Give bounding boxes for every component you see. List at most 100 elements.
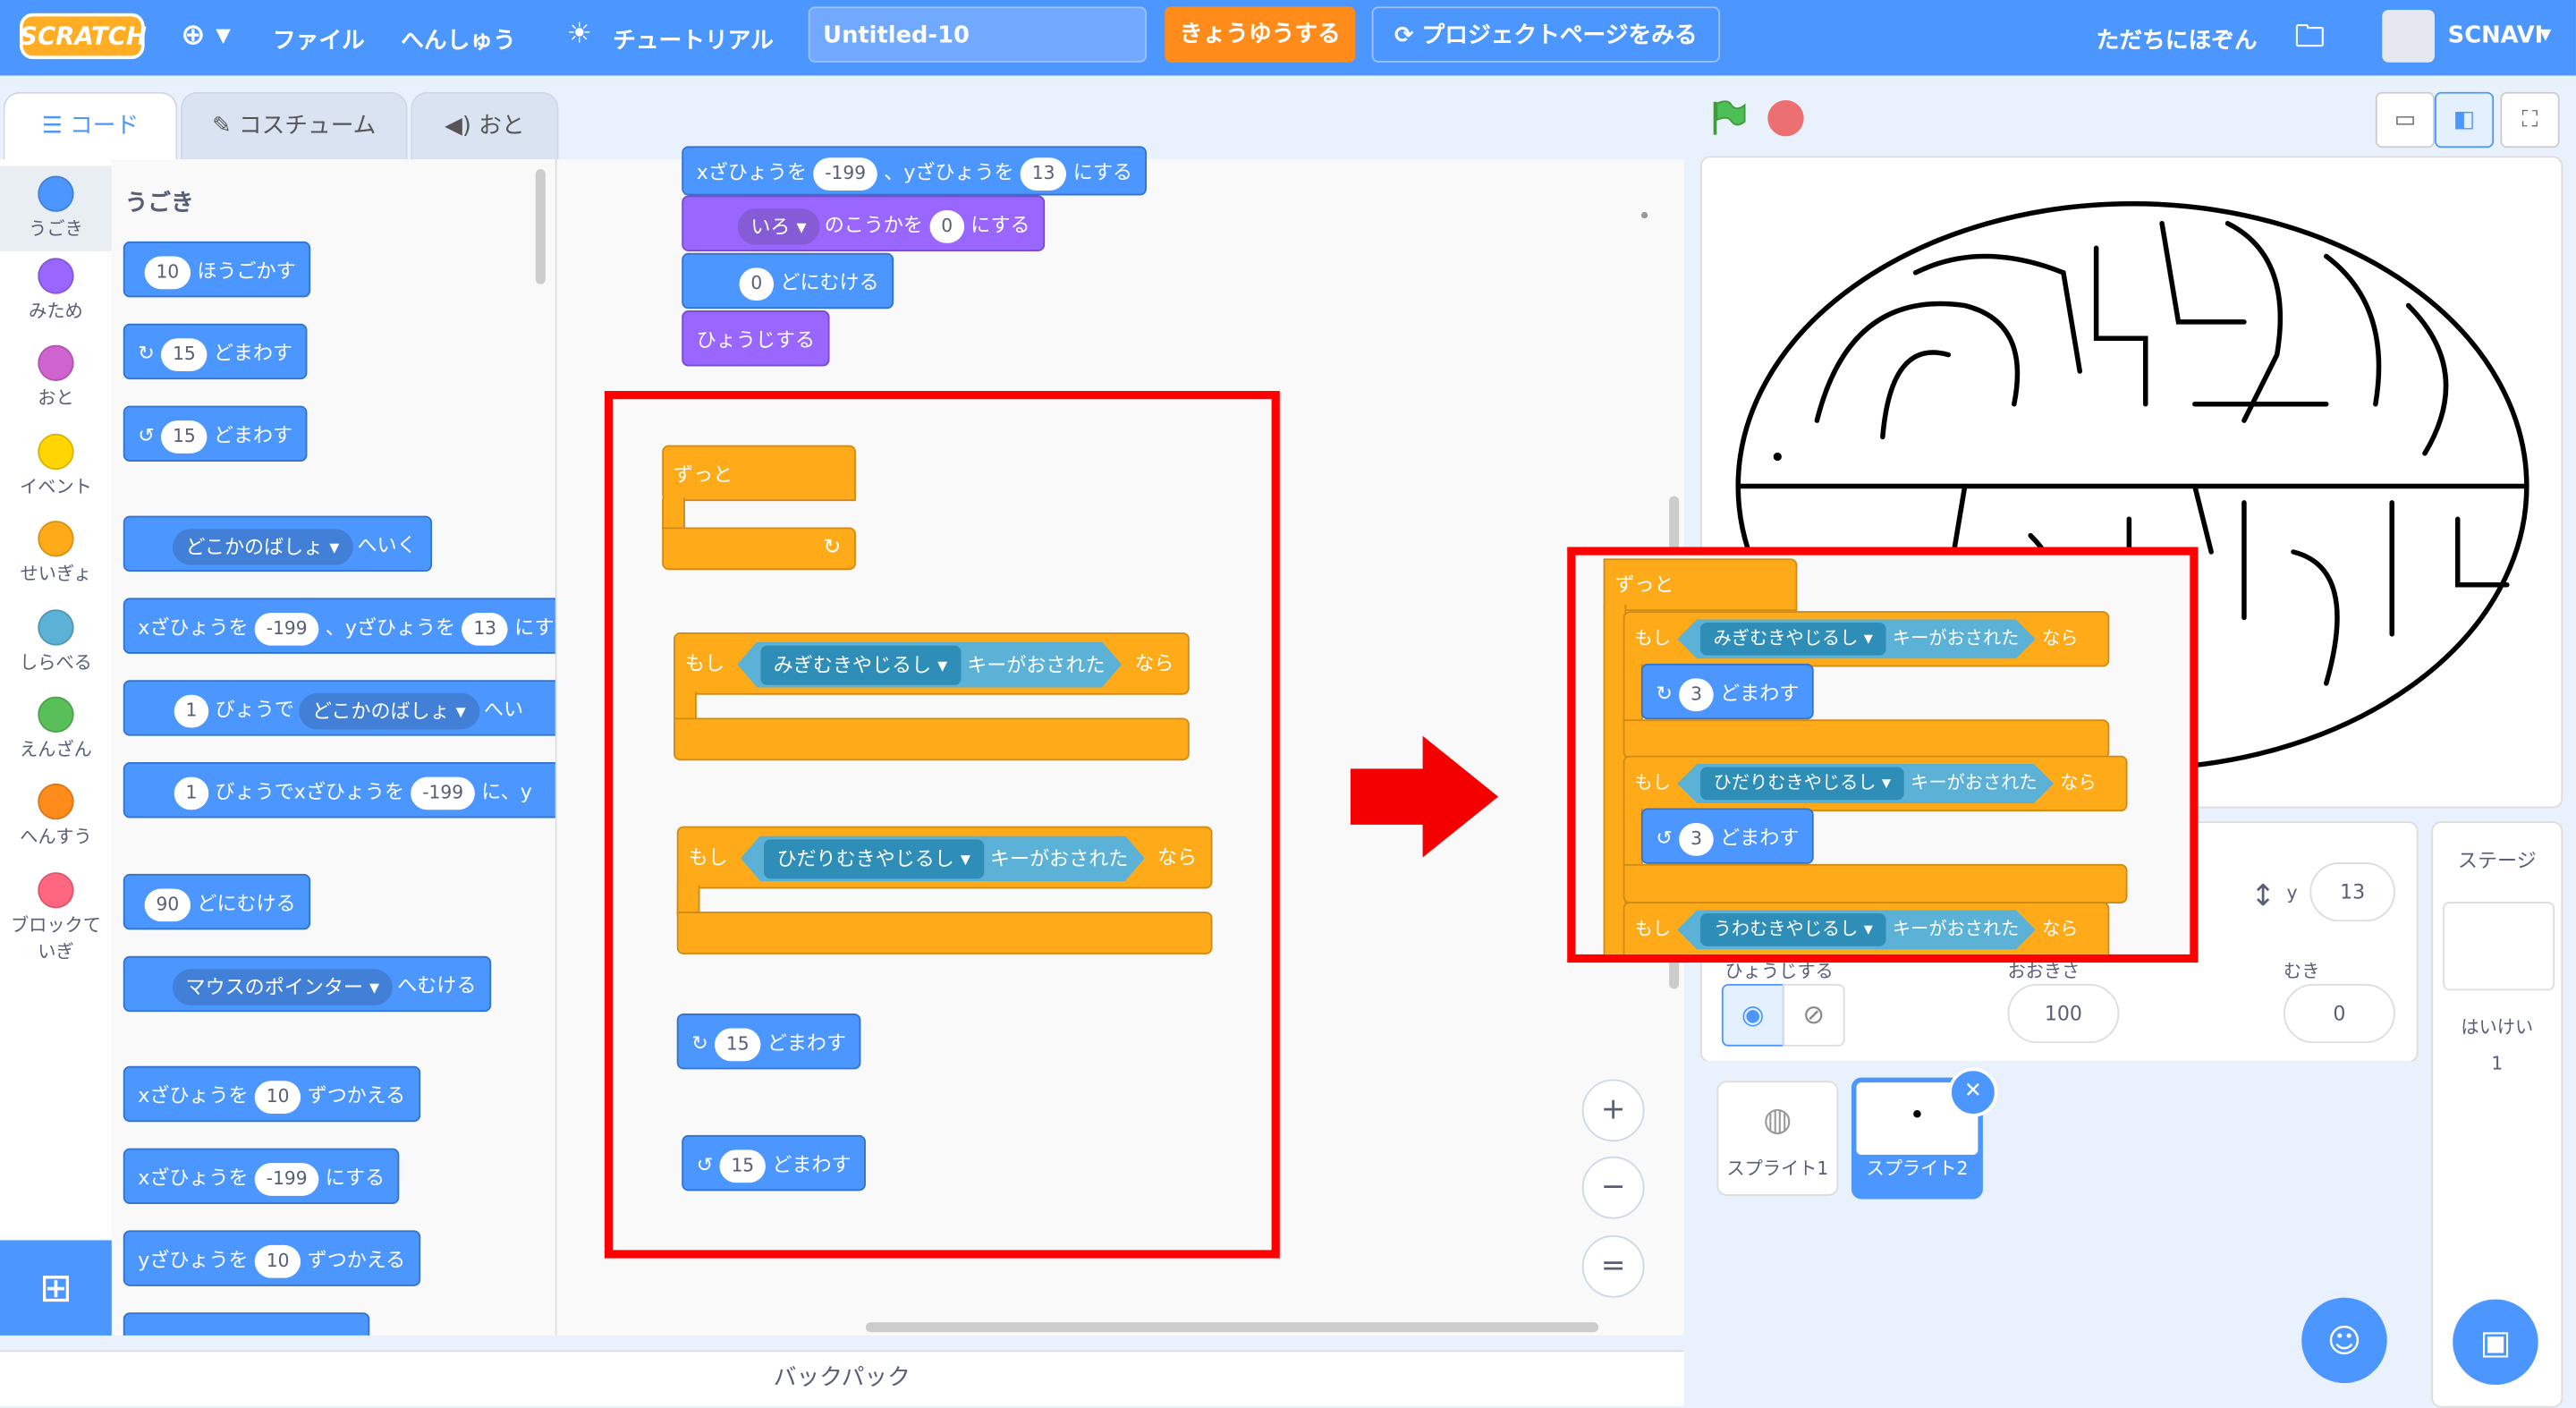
dy-input[interactable]: 10 bbox=[254, 1243, 301, 1277]
change-x-block[interactable]: xざひょうを 10 ずつかえる bbox=[123, 1065, 420, 1123]
degrees-input[interactable]: 15 bbox=[161, 337, 208, 371]
steps-input[interactable]: 10 bbox=[144, 255, 191, 289]
key-dropdown[interactable]: ひだりむきやじるし ▾ bbox=[1700, 768, 1904, 801]
choose-backdrop-button[interactable]: ▣ bbox=[2453, 1299, 2538, 1386]
see-project-page-button[interactable]: ⟳ プロジェクトページをみる bbox=[1371, 6, 1721, 63]
move-steps-block[interactable]: 10 ほうごかす bbox=[123, 241, 311, 298]
folder-icon[interactable]: 🗀 bbox=[2295, 16, 2325, 65]
turn-left-script-block[interactable]: ↺ 15 どまわす bbox=[682, 1134, 867, 1192]
forever-block-result[interactable]: ずっと bbox=[1603, 558, 1798, 612]
gotoxy-script-block[interactable]: xざひょうを -199 、yざひょうを 13 にする bbox=[682, 146, 1148, 196]
x-input[interactable]: -199 bbox=[411, 776, 475, 810]
sprite-thumb-1[interactable]: ◍ スプライト1 bbox=[1716, 1081, 1839, 1196]
delete-sprite-icon[interactable]: ✕ bbox=[1948, 1067, 1998, 1117]
show-sprite-eye-icon[interactable]: ◉ bbox=[1721, 983, 1784, 1047]
effect-value-input[interactable]: 0 bbox=[929, 209, 964, 242]
glide-dropdown[interactable]: どこかのばしょ ▾ bbox=[299, 692, 479, 729]
degrees-input[interactable]: 15 bbox=[719, 1149, 767, 1183]
category-control[interactable]: せいぎょ bbox=[0, 521, 112, 586]
block-palette[interactable]: うごき 10 ほうごかす ↻ 15 どまわす ↺ 15 どまわす どこかのばしょ ▾ へいく… bbox=[111, 159, 557, 1336]
turn-left-block[interactable]: ↺ 15 どまわす bbox=[123, 405, 308, 462]
category-operators[interactable]: えんざん bbox=[0, 696, 112, 762]
point-direction-script-block[interactable]: 0 どにむける bbox=[682, 252, 894, 310]
stop-icon[interactable] bbox=[1767, 100, 1804, 137]
stage-thumbnail[interactable] bbox=[2443, 902, 2555, 991]
if-left-result[interactable]: もし ひだりむきやじるし ▾ キーがおされた なら bbox=[1623, 755, 2128, 812]
if-up-result[interactable]: もし うわむきやじるし ▾ キーがおされた なら bbox=[1623, 902, 2110, 954]
if-block-right[interactable]: もし みぎむきやじるし ▾ キーがおされた なら bbox=[674, 632, 1190, 695]
point-direction-block[interactable]: 90 どにむける bbox=[123, 873, 311, 930]
turn-right-script-block[interactable]: ↻ 15 どまわす bbox=[676, 1013, 861, 1070]
if-right-result[interactable]: もし みぎむきやじるし ▾ キーがおされた なら bbox=[1623, 611, 2110, 667]
glidexy-block[interactable]: 1 びょうでxざひょうを -199 に、y bbox=[123, 762, 555, 819]
username[interactable]: SCNAVI bbox=[2448, 23, 2544, 49]
gotoxy-block[interactable]: xざひょうを -199 、yざひょうを 13 にす bbox=[123, 598, 555, 654]
degrees-input[interactable]: 15 bbox=[161, 420, 208, 453]
tab-costume[interactable]: ✎ コスチューム bbox=[181, 91, 408, 161]
goto-dropdown[interactable]: どこかのばしょ ▾ bbox=[172, 528, 352, 564]
category-variables[interactable]: へんすう bbox=[0, 783, 112, 849]
fullscreen-icon[interactable]: ⛶ bbox=[2500, 91, 2560, 148]
direction-input[interactable]: 0 bbox=[2284, 983, 2395, 1044]
turn-right-block[interactable]: ↻ 15 どまわす bbox=[123, 323, 308, 380]
file-menu[interactable]: ファイル bbox=[273, 23, 365, 56]
y-input[interactable]: 13 bbox=[462, 612, 508, 645]
normal-stage-icon[interactable]: ◧ bbox=[2434, 91, 2495, 148]
set-effect-block[interactable]: いろ ▾ のこうかを 0 にする bbox=[682, 195, 1046, 251]
globe-icon[interactable]: ⊕ ▾ bbox=[181, 18, 231, 53]
direction-input[interactable]: 90 bbox=[144, 887, 191, 921]
x-input[interactable]: -199 bbox=[813, 157, 877, 191]
category-events[interactable]: イベント bbox=[0, 433, 112, 499]
next-block-partial[interactable] bbox=[123, 1312, 370, 1336]
category-motion[interactable]: うごき bbox=[0, 165, 112, 251]
green-flag-icon[interactable] bbox=[1708, 98, 1748, 138]
dx-input[interactable]: 10 bbox=[254, 1080, 301, 1114]
if-block-left[interactable]: もし ひだりむきやじるし ▾ キーがおされた なら bbox=[676, 826, 1213, 889]
tab-sound[interactable]: ◀) おと bbox=[411, 91, 559, 161]
share-button[interactable]: きょうゆうする bbox=[1165, 6, 1356, 63]
seconds-input[interactable]: 1 bbox=[174, 693, 209, 727]
x-input[interactable]: -199 bbox=[254, 1162, 319, 1195]
scratch-logo[interactable]: SCRATCH bbox=[20, 13, 147, 60]
turn-right-result-block[interactable]: ↻ 3 どまわす bbox=[1640, 663, 1814, 720]
size-input[interactable]: 100 bbox=[2007, 983, 2120, 1044]
category-sound[interactable]: おと bbox=[0, 344, 112, 411]
key-dropdown[interactable]: ひだりむきやじるし ▾ bbox=[764, 839, 984, 878]
palette-scrollbar[interactable] bbox=[535, 169, 546, 284]
small-stage-icon[interactable]: ▭ bbox=[2375, 91, 2435, 148]
choose-sprite-button[interactable]: ☺ bbox=[2301, 1297, 2387, 1384]
degrees-input[interactable]: 3 bbox=[1679, 822, 1714, 855]
show-block[interactable]: ひょうじする bbox=[682, 310, 830, 367]
avatar[interactable] bbox=[2382, 10, 2435, 63]
tutorial-menu[interactable]: チュートリアル bbox=[613, 23, 774, 56]
degrees-input[interactable]: 15 bbox=[715, 1027, 761, 1061]
category-looks[interactable]: みため bbox=[0, 258, 112, 323]
stage-selector[interactable]: ステージ はいけい 1 ▣ bbox=[2431, 821, 2563, 1408]
key-pressed-sensing[interactable]: みぎむきやじるし ▾ キーがおされた bbox=[737, 641, 1122, 687]
chevron-down-icon[interactable]: ▾ bbox=[2540, 21, 2552, 47]
key-dropdown[interactable]: みぎむきやじるし ▾ bbox=[760, 646, 961, 685]
effect-dropdown[interactable]: いろ ▾ bbox=[737, 208, 820, 244]
key-dropdown[interactable]: うわむきやじるし ▾ bbox=[1700, 913, 1886, 946]
backpack-bar[interactable]: バックパック bbox=[0, 1350, 1684, 1406]
direction-input[interactable]: 0 bbox=[739, 267, 775, 301]
point-towards-block[interactable]: マウスのポインター ▾ へむける bbox=[123, 955, 491, 1013]
workspace-h-scrollbar[interactable] bbox=[865, 1322, 1599, 1333]
key-pressed-sensing[interactable]: ひだりむきやじるし ▾ キーがおされた bbox=[741, 835, 1145, 881]
script-workspace[interactable]: xざひょうを -199 、yざひょうを 13 にする いろ ▾ のこうかを 0 にする 0 どに… bbox=[556, 146, 1684, 1336]
key-pressed-sensing[interactable]: ひだりむきやじるし ▾ キーがおされた bbox=[1677, 764, 2054, 803]
edit-menu[interactable]: へんしゅう bbox=[401, 23, 516, 56]
y-input[interactable]: 13 bbox=[2309, 862, 2395, 922]
degrees-input[interactable]: 3 bbox=[1679, 677, 1714, 711]
hide-sprite-eye-icon[interactable]: ⊘ bbox=[1782, 983, 1845, 1047]
y-input[interactable]: 13 bbox=[1020, 157, 1067, 191]
glide-block[interactable]: 1 びょうで どこかのばしょ ▾ へい bbox=[123, 680, 555, 736]
save-now-link[interactable]: ただちにほぞん bbox=[2097, 23, 2258, 56]
change-y-block[interactable]: yざひょうを 10 ずつかえる bbox=[123, 1230, 420, 1286]
project-title-input[interactable]: Untitled-10 bbox=[808, 6, 1148, 63]
goto-block[interactable]: どこかのばしょ ▾ へいく bbox=[123, 515, 432, 573]
category-sensing[interactable]: しらべる bbox=[0, 609, 112, 674]
key-pressed-sensing[interactable]: みぎむきやじるし ▾ キーがおされた bbox=[1677, 619, 2035, 658]
turn-left-result-block[interactable]: ↺ 3 どまわす bbox=[1640, 808, 1814, 864]
tab-code[interactable]: ☰ コード bbox=[3, 91, 178, 165]
